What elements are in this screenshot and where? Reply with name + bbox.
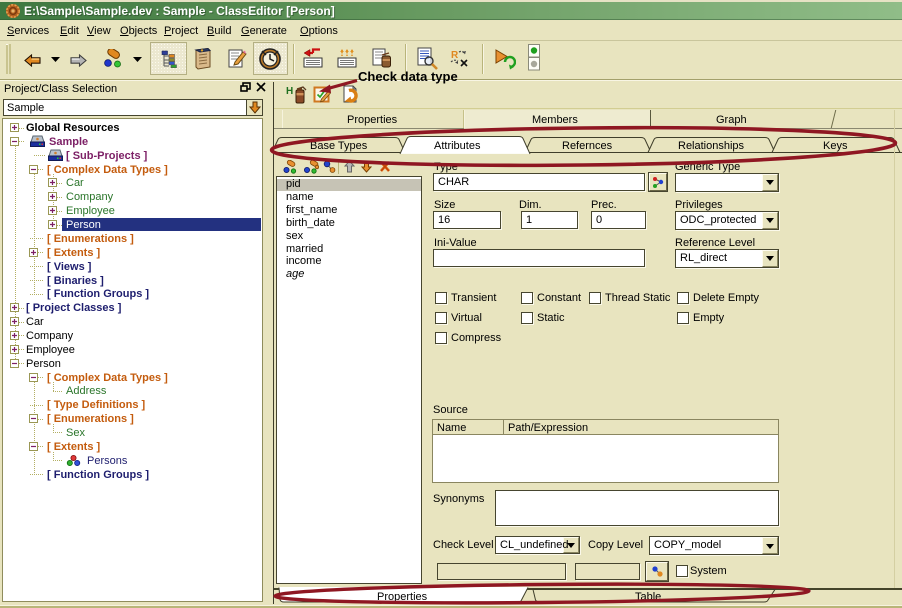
svg-text:R: R xyxy=(451,50,459,61)
